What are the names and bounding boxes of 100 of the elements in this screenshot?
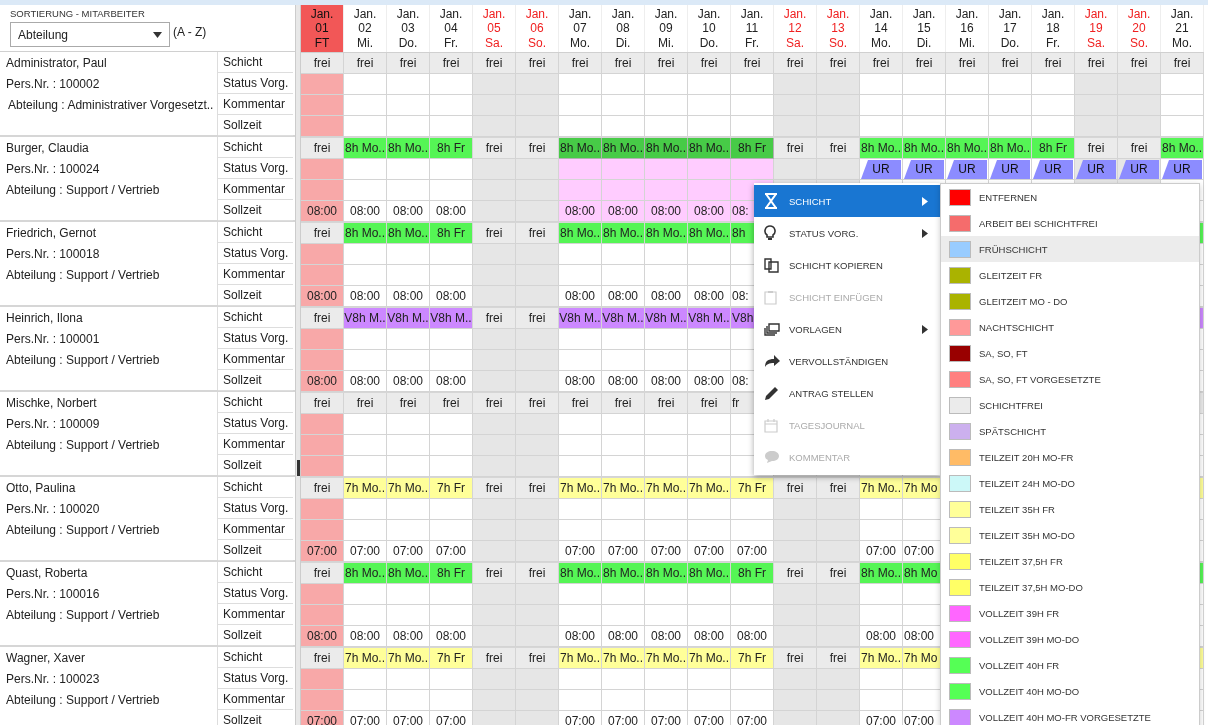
comment-cell[interactable] bbox=[1032, 95, 1075, 116]
comment-cell[interactable] bbox=[344, 265, 387, 286]
target-time-cell[interactable] bbox=[774, 626, 817, 647]
status-cell[interactable] bbox=[473, 414, 516, 435]
status-cell[interactable] bbox=[516, 244, 559, 265]
shift-cell[interactable]: 8h Mo.. bbox=[1161, 138, 1204, 159]
status-cell[interactable] bbox=[301, 244, 344, 265]
status-cell[interactable] bbox=[774, 669, 817, 690]
comment-cell[interactable] bbox=[559, 690, 602, 711]
status-cell[interactable] bbox=[559, 159, 602, 180]
shift-cell[interactable]: frei bbox=[1075, 138, 1118, 159]
shift-cell[interactable]: frei bbox=[473, 393, 516, 414]
status-cell[interactable] bbox=[387, 329, 430, 350]
comment-cell[interactable] bbox=[817, 690, 860, 711]
comment-cell[interactable] bbox=[688, 350, 731, 371]
shift-cell[interactable]: frei bbox=[731, 53, 774, 74]
shift-cell[interactable]: 7h Mo.. bbox=[860, 648, 903, 669]
comment-cell[interactable] bbox=[559, 605, 602, 626]
comment-cell[interactable] bbox=[602, 265, 645, 286]
target-time-cell[interactable] bbox=[516, 456, 559, 477]
status-cell[interactable] bbox=[774, 159, 817, 180]
status-cell[interactable]: UR bbox=[989, 159, 1032, 180]
shift-cell[interactable]: 7h Fr bbox=[731, 478, 774, 499]
target-time-cell[interactable]: 08:00 bbox=[301, 371, 344, 392]
comment-cell[interactable] bbox=[344, 520, 387, 541]
comment-cell[interactable] bbox=[516, 435, 559, 456]
shift-cell[interactable]: V8h M.. bbox=[430, 308, 473, 329]
comment-cell[interactable] bbox=[430, 690, 473, 711]
comment-cell[interactable] bbox=[860, 520, 903, 541]
comment-cell[interactable] bbox=[301, 350, 344, 371]
comment-cell[interactable] bbox=[516, 265, 559, 286]
target-time-cell[interactable] bbox=[516, 116, 559, 137]
shift-cell[interactable]: frei bbox=[344, 393, 387, 414]
status-cell[interactable] bbox=[602, 74, 645, 95]
comment-cell[interactable] bbox=[602, 605, 645, 626]
status-cell[interactable] bbox=[688, 584, 731, 605]
shift-cell[interactable]: 8h Mo.. bbox=[645, 138, 688, 159]
comment-cell[interactable] bbox=[774, 520, 817, 541]
shift-cell[interactable]: 7h Fr bbox=[731, 648, 774, 669]
target-time-cell[interactable] bbox=[473, 116, 516, 137]
shift-cell[interactable]: frei bbox=[774, 53, 817, 74]
status-cell[interactable] bbox=[516, 669, 559, 690]
target-time-cell[interactable] bbox=[1118, 116, 1161, 137]
shift-cell[interactable]: frei bbox=[1118, 138, 1161, 159]
status-cell[interactable] bbox=[516, 329, 559, 350]
shift-cell[interactable]: frei bbox=[559, 53, 602, 74]
target-time-cell[interactable] bbox=[301, 116, 344, 137]
shift-cell[interactable]: frei bbox=[817, 53, 860, 74]
shift-cell[interactable]: frei bbox=[1161, 53, 1204, 74]
shift-cell[interactable]: frei bbox=[516, 393, 559, 414]
shift-cell[interactable]: frei bbox=[1032, 53, 1075, 74]
shift-cell[interactable]: 8h Mo.. bbox=[860, 138, 903, 159]
target-time-cell[interactable]: 07:00 bbox=[301, 541, 344, 562]
submenu-item[interactable]: VOLLZEIT 40H MO-FR VORGESETZTE bbox=[941, 704, 1199, 725]
shift-cell[interactable]: 7h Mo.. bbox=[387, 648, 430, 669]
status-cell[interactable]: UR bbox=[946, 159, 989, 180]
status-cell[interactable] bbox=[387, 584, 430, 605]
target-time-cell[interactable]: 08:00 bbox=[301, 626, 344, 647]
comment-cell[interactable] bbox=[344, 95, 387, 116]
shift-cell[interactable]: frei bbox=[301, 223, 344, 244]
status-cell[interactable] bbox=[473, 159, 516, 180]
comment-cell[interactable] bbox=[602, 690, 645, 711]
target-time-cell[interactable] bbox=[516, 626, 559, 647]
status-cell[interactable] bbox=[731, 669, 774, 690]
shift-cell[interactable]: frei bbox=[344, 53, 387, 74]
shift-cell[interactable]: 8h Fr bbox=[430, 223, 473, 244]
comment-cell[interactable] bbox=[774, 690, 817, 711]
status-cell[interactable] bbox=[430, 499, 473, 520]
shift-cell[interactable]: V8h M.. bbox=[602, 308, 645, 329]
comment-cell[interactable] bbox=[1075, 95, 1118, 116]
shift-cell[interactable]: 8h Mo.. bbox=[688, 223, 731, 244]
status-cell[interactable] bbox=[559, 669, 602, 690]
shift-cell[interactable]: frei bbox=[301, 138, 344, 159]
shift-cell[interactable]: 8h Mo.. bbox=[559, 138, 602, 159]
status-cell[interactable] bbox=[344, 244, 387, 265]
status-cell[interactable] bbox=[344, 584, 387, 605]
status-cell[interactable] bbox=[559, 499, 602, 520]
shift-cell[interactable]: 8h Mo.. bbox=[688, 563, 731, 584]
comment-cell[interactable] bbox=[516, 180, 559, 201]
status-cell[interactable] bbox=[645, 159, 688, 180]
comment-cell[interactable] bbox=[473, 690, 516, 711]
target-time-cell[interactable] bbox=[774, 541, 817, 562]
shift-cell[interactable]: 8h Fr bbox=[731, 138, 774, 159]
shift-cell[interactable]: 8h Fr bbox=[731, 563, 774, 584]
comment-cell[interactable] bbox=[473, 95, 516, 116]
shift-cell[interactable]: frei bbox=[301, 393, 344, 414]
status-cell[interactable] bbox=[774, 74, 817, 95]
status-cell[interactable] bbox=[430, 244, 473, 265]
shift-cell[interactable]: frei bbox=[301, 308, 344, 329]
shift-cell[interactable]: frei bbox=[473, 53, 516, 74]
target-time-cell[interactable] bbox=[817, 116, 860, 137]
shift-cell[interactable]: frei bbox=[516, 478, 559, 499]
target-time-cell[interactable] bbox=[516, 541, 559, 562]
target-time-cell[interactable] bbox=[473, 626, 516, 647]
target-time-cell[interactable] bbox=[473, 286, 516, 307]
comment-cell[interactable] bbox=[645, 180, 688, 201]
comment-cell[interactable] bbox=[387, 265, 430, 286]
shift-cell[interactable]: frei bbox=[817, 138, 860, 159]
status-cell[interactable] bbox=[516, 584, 559, 605]
shift-cell[interactable]: 8h Mo.. bbox=[387, 223, 430, 244]
